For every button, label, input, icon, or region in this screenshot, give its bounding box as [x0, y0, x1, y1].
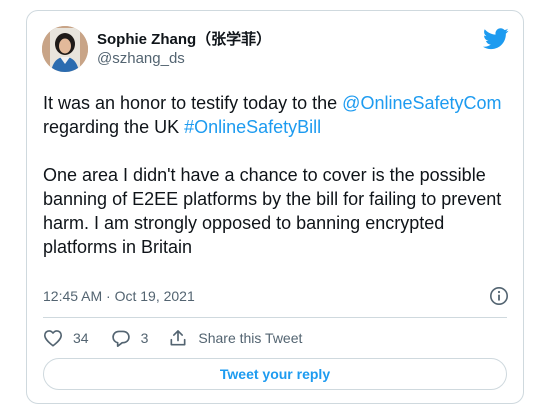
author-name[interactable]: Sophie Zhang — [97, 31, 196, 48]
hashtag-link[interactable]: #OnlineSafetyBill — [184, 117, 321, 137]
like-button[interactable]: 34 — [43, 329, 89, 347]
tweet-timestamp[interactable]: 12:45 AM · Oct 19, 2021 — [43, 288, 195, 304]
tweet-card: Sophie Zhang（张学菲） @szhang_ds It was an h… — [26, 10, 524, 404]
tweet-text-segment: regarding the UK — [43, 117, 185, 137]
mention-link[interactable]: @OnlineSafetyCom — [342, 93, 501, 113]
divider — [43, 317, 507, 318]
tweet-your-reply-button[interactable]: Tweet your reply — [43, 358, 507, 390]
heart-icon — [43, 329, 63, 347]
author-handle[interactable]: @szhang_ds — [97, 50, 185, 67]
share-button[interactable]: Share this Tweet — [168, 328, 302, 348]
twitter-bird-icon[interactable] — [483, 28, 509, 50]
info-icon[interactable] — [489, 286, 509, 306]
share-arrow-icon — [168, 328, 188, 348]
speech-bubble-icon — [111, 329, 131, 348]
tweet-text-segment: It was an honor to testify today to the — [43, 93, 343, 113]
author-name-cjk[interactable]: （张学菲） — [196, 31, 271, 48]
tweet-text: It was an honor to testify today to the … — [43, 91, 513, 259]
tweet-paragraph-1: It was an honor to testify today to the … — [43, 91, 513, 139]
like-count: 34 — [73, 330, 89, 346]
share-label: Share this Tweet — [198, 330, 303, 346]
author-name-row[interactable]: Sophie Zhang（张学菲） — [97, 28, 271, 49]
tweet-paragraph-2: One area I didn't have a chance to cover… — [43, 165, 502, 257]
reply-button[interactable]: 3 — [111, 329, 149, 348]
reply-count: 3 — [140, 330, 149, 346]
tweet-actions: 34 3 Share this Tweet — [43, 325, 302, 351]
avatar[interactable] — [42, 26, 88, 72]
